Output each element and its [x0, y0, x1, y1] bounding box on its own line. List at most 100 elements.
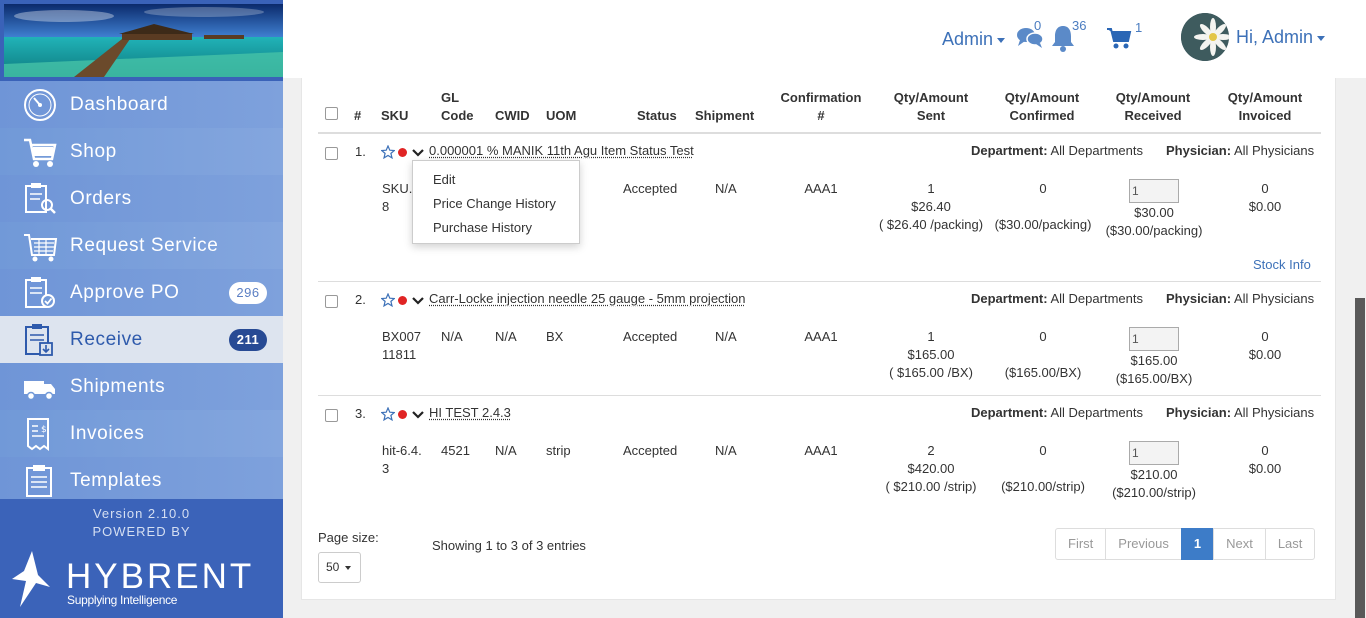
- sent-amount: $420.00: [907, 461, 955, 476]
- brand-tagline: Supplying Intelligence: [67, 593, 178, 607]
- item-name-link[interactable]: Carr-Locke injection needle 25 gauge - 5…: [429, 291, 746, 306]
- sent-qty: 1: [927, 329, 935, 344]
- sidebar-item-label: Templates: [70, 470, 162, 491]
- orders-icon: [25, 183, 56, 214]
- invoiced-amount: $0.00: [1248, 347, 1282, 362]
- cwid-value: N/A: [495, 329, 517, 344]
- invoiced-qty: 0: [1261, 181, 1269, 196]
- user-menu-dropdown[interactable]: Hi, Admin: [1236, 27, 1326, 48]
- table-row: 3. HI TEST 2.4.3 Department: All Departm…: [318, 396, 1321, 508]
- uom-value: BX: [546, 329, 564, 344]
- received-qty-input[interactable]: [1129, 179, 1179, 203]
- physician-value: All Physicians: [1233, 405, 1315, 420]
- col-num: #: [354, 108, 362, 123]
- admin-menu-dropdown[interactable]: Admin: [942, 29, 1006, 50]
- table-header: # SKU GL Code CWID UOM Status Shipment C…: [318, 78, 1321, 134]
- confirmation-value: AAA1: [804, 329, 838, 344]
- received-amount: $165.00: [1130, 353, 1178, 368]
- pagination-last[interactable]: Last: [1264, 528, 1316, 560]
- row-checkbox[interactable]: [325, 409, 338, 422]
- received-unit-price: ($210.00/strip): [1112, 485, 1196, 500]
- sidebar-item-invoices[interactable]: $ Invoices: [0, 410, 283, 457]
- sidebar-item-label: Request Service: [70, 235, 219, 256]
- sku-line1: hit-6.4.: [382, 443, 422, 458]
- sidebar-item-receive[interactable]: Receive 211: [0, 316, 283, 363]
- confirmed-unit-price: ($30.00/packing): [994, 217, 1092, 232]
- received-qty-input[interactable]: [1129, 327, 1179, 351]
- row-number: 3.: [355, 406, 366, 421]
- brand-name: HYBRENT: [66, 557, 255, 596]
- row-checkbox[interactable]: [325, 147, 338, 160]
- avatar[interactable]: [1181, 13, 1229, 61]
- pagination-page-1[interactable]: 1: [1180, 528, 1215, 560]
- chevron-down-icon[interactable]: [412, 410, 424, 420]
- sidebar-nav: Dashboard Shop Orders Request Service Ap…: [0, 81, 283, 499]
- gl-code-value: 4521: [441, 443, 470, 458]
- confirmed-unit-price: ($165.00/BX): [1004, 365, 1082, 380]
- sidebar-item-templates[interactable]: Templates: [0, 457, 283, 499]
- pagination-first[interactable]: First: [1055, 528, 1107, 560]
- invoiced-amount: $0.00: [1248, 461, 1282, 476]
- uom-value: strip: [546, 443, 571, 458]
- physician-label: Physician:: [1166, 143, 1232, 158]
- received-qty-input[interactable]: [1129, 441, 1179, 465]
- approve-icon: [25, 277, 55, 308]
- department-value: All Departments: [1050, 291, 1143, 306]
- select-all-checkbox[interactable]: [325, 107, 338, 120]
- physician-label: Physician:: [1166, 291, 1232, 306]
- invoice-icon: $: [27, 418, 49, 451]
- sidebar-item-shop[interactable]: Shop: [0, 128, 283, 175]
- sidebar-item-approve-po[interactable]: Approve PO 296: [0, 269, 283, 316]
- price-change-history-menu-item[interactable]: Price Change History: [433, 196, 556, 211]
- sidebar: Dashboard Shop Orders Request Service Ap…: [0, 0, 283, 618]
- shipment-value: N/A: [715, 329, 737, 344]
- edit-menu-item[interactable]: Edit: [433, 172, 455, 187]
- sidebar-item-request-service[interactable]: Request Service: [0, 222, 283, 269]
- scrollbar-thumb[interactable]: [1355, 298, 1365, 618]
- col-qty-invoiced-line1: Qty/Amount: [1227, 90, 1303, 105]
- col-sku: SKU: [381, 108, 409, 123]
- sku-line1: BX007: [382, 329, 422, 344]
- shipment-value: N/A: [715, 443, 737, 458]
- sidebar-item-orders[interactable]: Orders: [0, 175, 283, 222]
- chevron-down-icon[interactable]: [412, 296, 424, 306]
- status-value: Accepted: [623, 181, 678, 196]
- col-uom: UOM: [546, 108, 577, 123]
- sidebar-item-label: Shop: [70, 141, 117, 162]
- gl-code-value: N/A: [441, 329, 463, 344]
- physician-info: Physician: All Physicians: [1166, 291, 1314, 306]
- sidebar-item-label: Receive: [70, 329, 143, 350]
- received-amount: $210.00: [1130, 467, 1178, 482]
- col-status: Status: [637, 108, 677, 123]
- sidebar-item-shipments[interactable]: Shipments: [0, 363, 283, 410]
- sku-line2: 3: [382, 461, 390, 476]
- dashboard-icon: [24, 89, 56, 121]
- approve-po-count-badge: 296: [229, 282, 267, 304]
- purchase-history-menu-item[interactable]: Purchase History: [433, 220, 532, 235]
- page-size-select[interactable]: 50: [318, 552, 361, 583]
- status-value: Accepted: [623, 329, 678, 344]
- status-dot-icon: [398, 148, 407, 157]
- favorite-star-icon[interactable]: [381, 145, 395, 159]
- flower-avatar-icon: [1181, 13, 1229, 61]
- item-name-link[interactable]: HI TEST 2.4.3: [429, 405, 511, 420]
- pagination-previous[interactable]: Previous: [1105, 528, 1182, 560]
- chevron-down-icon[interactable]: [412, 148, 424, 158]
- page-size-value: 50: [326, 560, 340, 574]
- col-qty-confirmed-line2: Confirmed: [1009, 108, 1075, 123]
- cart-icon[interactable]: [1106, 27, 1132, 49]
- item-name-link[interactable]: 0.000001 % MANIK 11th Agu Item Status Te…: [429, 143, 694, 158]
- department-label: Department:: [971, 143, 1048, 158]
- truck-icon: [24, 381, 55, 401]
- sku-line2: 11811: [382, 347, 417, 362]
- col-qty-received-line2: Received: [1124, 108, 1182, 123]
- favorite-star-icon[interactable]: [381, 407, 395, 421]
- cart-count-badge: 1: [1135, 20, 1143, 35]
- row-checkbox[interactable]: [325, 295, 338, 308]
- pagination-next[interactable]: Next: [1213, 528, 1266, 560]
- sidebar-item-dashboard[interactable]: Dashboard: [0, 81, 283, 128]
- col-gl-code-line2: Code: [441, 108, 474, 123]
- stock-info-link[interactable]: Stock Info: [1253, 257, 1311, 272]
- sent-qty: 2: [927, 443, 935, 458]
- favorite-star-icon[interactable]: [381, 293, 395, 307]
